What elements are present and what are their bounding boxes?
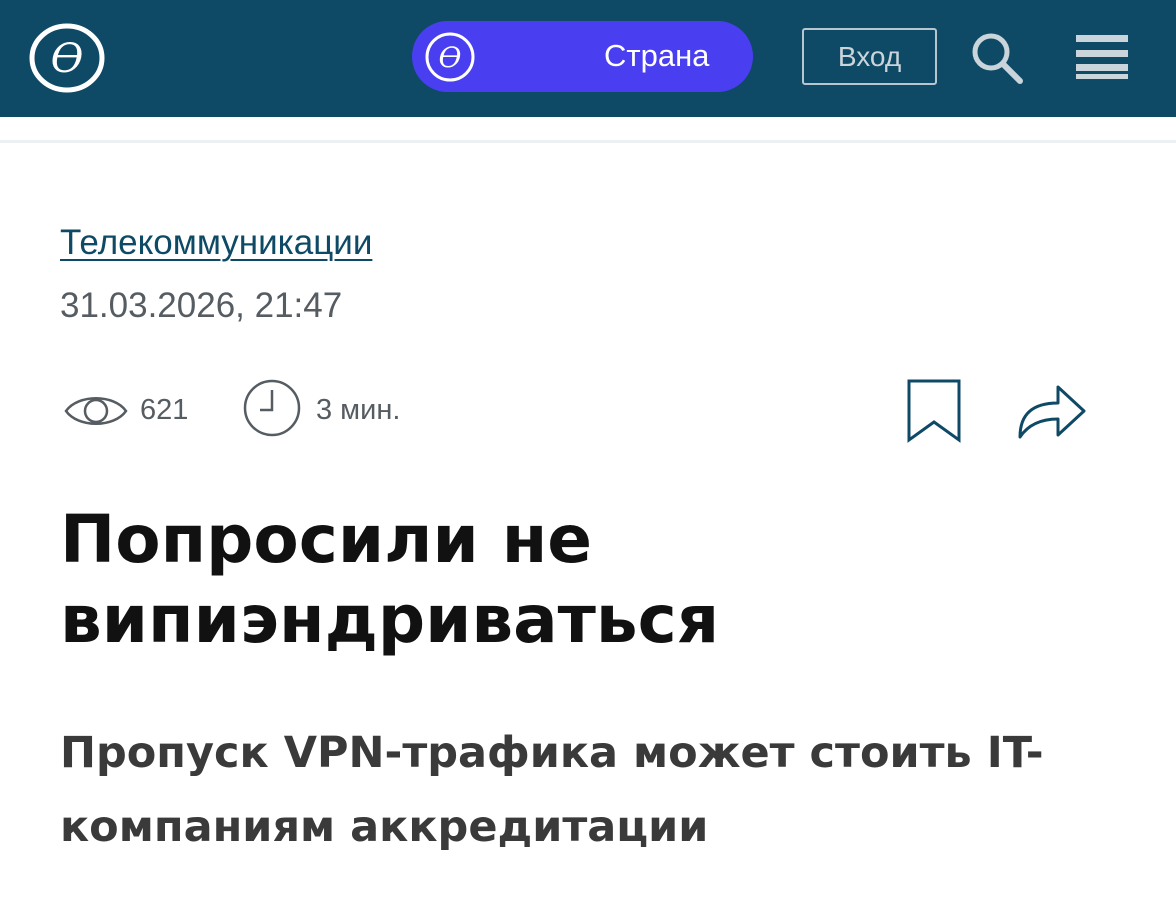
article-category-link[interactable]: Телекоммуникации [60, 222, 372, 264]
read-time: 3 мин. [316, 394, 401, 426]
eye-icon [64, 397, 128, 425]
clock-icon [243, 379, 301, 437]
country-selector-button[interactable]: Ѳ Страна [412, 21, 753, 92]
country-selector-label: Страна [604, 38, 710, 73]
publication-logo-icon[interactable]: Ѳ [28, 22, 106, 94]
hamburger-menu-icon[interactable] [1076, 33, 1128, 81]
article-subtitle: Пропуск VPN-трафика может стоить IT-комп… [60, 728, 1044, 852]
site-header: Ѳ Ѳ Страна Вход [0, 0, 1176, 117]
login-button[interactable]: Вход [802, 28, 937, 85]
article-date: 31.03.2026, 21:47 [60, 286, 343, 325]
article-title: Попросили не випиэндриваться [60, 501, 720, 658]
share-arrow-icon[interactable] [1016, 381, 1088, 441]
search-icon[interactable] [968, 30, 1026, 86]
views-count: 621 [140, 394, 189, 426]
svg-text:Ѳ: Ѳ [439, 41, 462, 74]
article-meta-row: 621 3 мин. [0, 375, 1176, 447]
header-divider [0, 140, 1176, 143]
publication-logo-icon: Ѳ [425, 32, 475, 82]
svg-text:Ѳ: Ѳ [51, 36, 84, 82]
bookmark-icon[interactable] [904, 378, 964, 444]
